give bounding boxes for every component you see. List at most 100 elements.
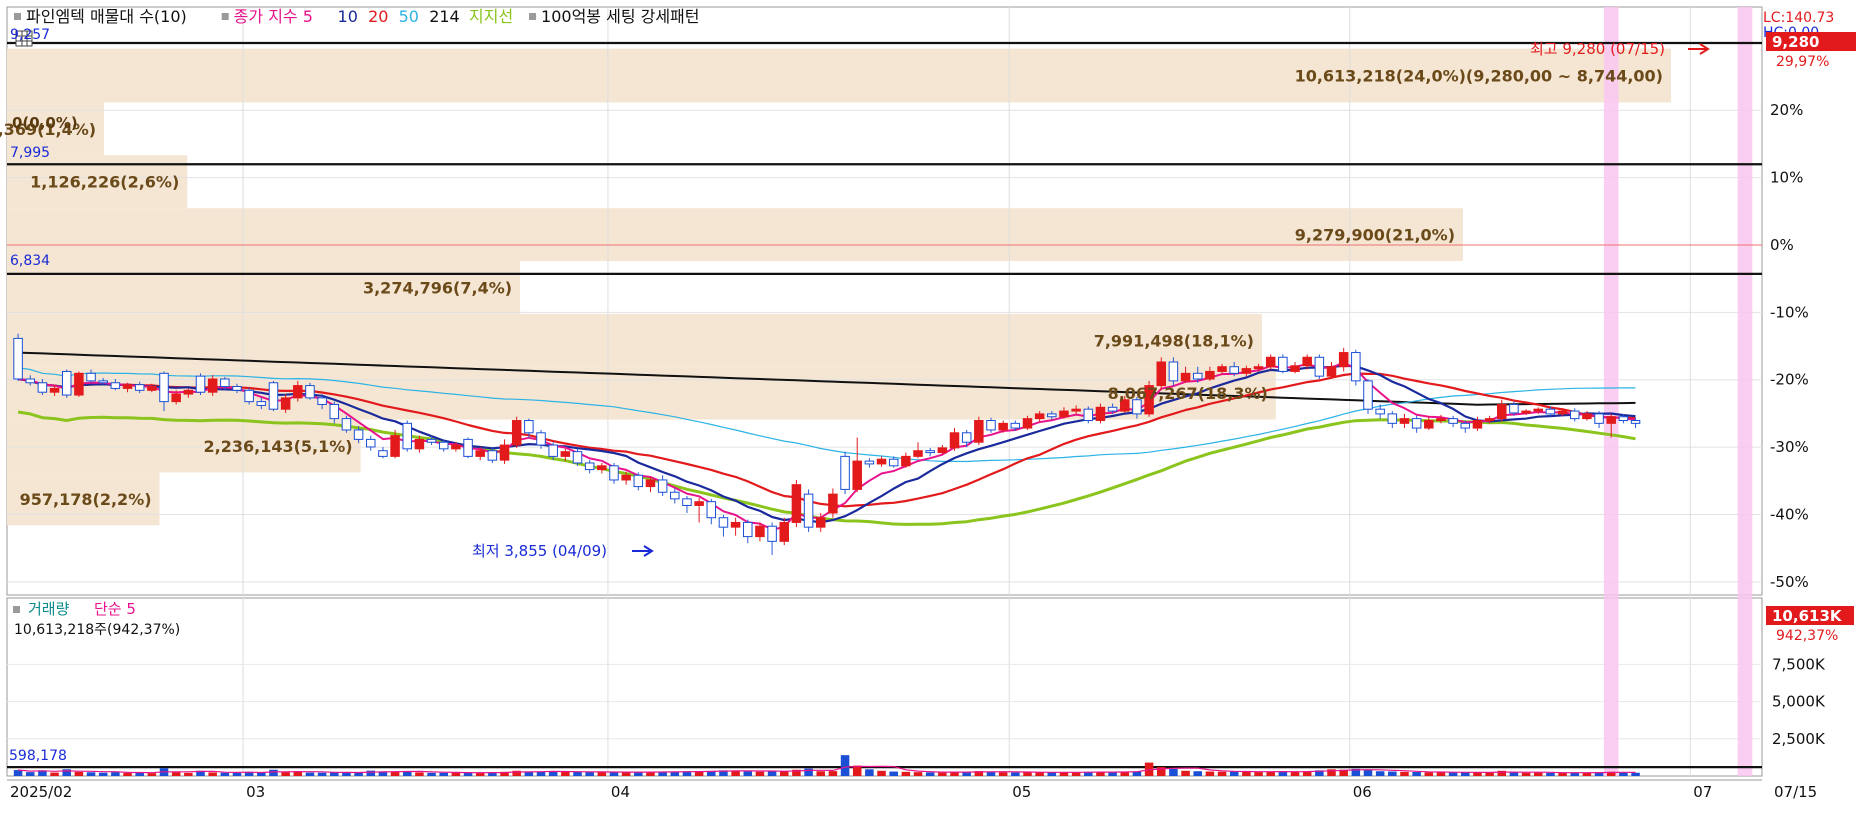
volume-bar — [305, 772, 315, 776]
volume-profile-label: 3,274,796(7,4%) — [363, 278, 512, 297]
candle-body — [1326, 366, 1337, 377]
candle-body — [828, 493, 838, 514]
candle-body — [1399, 418, 1410, 424]
candle-body — [1582, 413, 1592, 420]
candle-body — [682, 498, 692, 506]
volume-bar — [1071, 772, 1081, 776]
candle-body — [1606, 416, 1616, 424]
volume-bar — [1047, 772, 1057, 776]
candle-body — [1460, 422, 1471, 429]
volume-bar — [585, 772, 594, 776]
candle-body — [974, 420, 984, 443]
volume-bar — [50, 772, 59, 776]
level-6834-label: 6,834 — [10, 253, 50, 269]
candle-body — [1107, 406, 1118, 412]
volume-bar — [1448, 772, 1458, 776]
candle-body — [37, 382, 48, 393]
volume-profile-label: 10,613,218(24,0%)(9,280,00 ~ 8,744,00) — [1295, 67, 1663, 86]
volume-bar — [925, 772, 935, 776]
candle-body — [1095, 406, 1106, 422]
volume-bar — [1388, 771, 1397, 776]
volume-panel-frame — [6, 597, 1763, 777]
candle-body — [864, 460, 875, 465]
candle-body — [426, 438, 437, 443]
candle-body — [1618, 416, 1629, 422]
candle-body — [925, 450, 935, 454]
price-y-tick: 10% — [1770, 169, 1803, 187]
candle-body — [134, 384, 145, 391]
candle-body — [98, 380, 108, 384]
candle-body — [1557, 410, 1568, 415]
candle-body — [1278, 356, 1288, 372]
candle-body — [366, 438, 376, 448]
volume-bar — [1217, 771, 1227, 776]
candle-body — [1205, 370, 1215, 380]
candle-body — [548, 444, 558, 457]
volume-bar — [74, 771, 84, 776]
candle-body — [280, 397, 291, 410]
volume-bar — [865, 769, 874, 776]
candle-body — [852, 460, 862, 490]
candle-body — [743, 521, 753, 538]
candle-body — [25, 378, 35, 384]
price-y-tick: -10% — [1770, 303, 1809, 321]
candle-body — [888, 458, 899, 467]
volume-bar — [1375, 771, 1385, 776]
candle-body — [195, 375, 206, 393]
candle-body — [1569, 410, 1580, 420]
candle-body — [232, 386, 242, 391]
volume-bar — [889, 771, 898, 776]
legend-marker — [529, 13, 537, 20]
volume-panel[interactable] — [6, 597, 1763, 777]
candle-body — [1180, 372, 1191, 382]
candle-body — [621, 474, 631, 481]
candle-body — [487, 450, 498, 461]
volume-bar — [184, 772, 193, 776]
candle-body — [1192, 372, 1203, 380]
volume-bar — [597, 772, 607, 776]
volume-bar — [1424, 772, 1434, 776]
candle-body — [961, 432, 972, 443]
candle-body — [1436, 418, 1446, 422]
volume-bar — [366, 770, 376, 776]
volume-bar — [1290, 771, 1300, 776]
candle-body — [268, 382, 279, 410]
volume-profile-label: 2,236,143(5,1%) — [204, 437, 353, 456]
volume-bar — [1521, 772, 1531, 776]
volume-bar — [646, 772, 655, 776]
volume-bar — [317, 772, 327, 776]
candle-body — [645, 479, 656, 488]
volume-bar — [840, 755, 850, 776]
volume-bar — [1011, 772, 1020, 776]
volume-y-tick: 7,500K — [1772, 655, 1826, 673]
candle-body — [913, 450, 923, 457]
volume-bar — [755, 771, 765, 776]
x-axis-label: 03 — [246, 783, 265, 801]
candle-body — [438, 441, 449, 450]
candle-body — [256, 401, 267, 406]
candle-body — [353, 429, 364, 440]
x-axis-label: 2025/02 — [10, 783, 72, 801]
stock-chart[interactable]: 20% 10% 0% -10% -20% -30% -40% -50% 2025/02 03 04 0… — [0, 0, 1860, 810]
volume-bar — [1558, 773, 1567, 776]
volume-bar — [877, 770, 886, 776]
candle-body — [1059, 410, 1069, 418]
volume-bar — [1254, 772, 1263, 776]
chart-svg: 20% 10% 0% -10% -20% -30% -40% -50% 2025/02 03 04 0… — [0, 0, 1860, 810]
volume-bar — [621, 772, 631, 776]
profile-zero-label: 0(0,0%) — [12, 114, 78, 132]
candle-body — [475, 450, 485, 457]
price-tag: 9,280 — [1772, 33, 1819, 51]
volume-bar — [743, 771, 753, 776]
volume-bar — [828, 771, 838, 776]
volume-bar — [816, 771, 825, 776]
candle-body — [718, 517, 729, 528]
candle-body — [1472, 420, 1483, 429]
volume-bar — [561, 771, 570, 776]
candle-body — [1521, 410, 1531, 414]
volume-bar — [147, 773, 157, 776]
volume-profile-label: 1,126,226(2,6%) — [30, 173, 179, 192]
volume-bar — [852, 765, 862, 776]
candle-body — [524, 420, 534, 434]
candle-body — [1448, 418, 1458, 424]
